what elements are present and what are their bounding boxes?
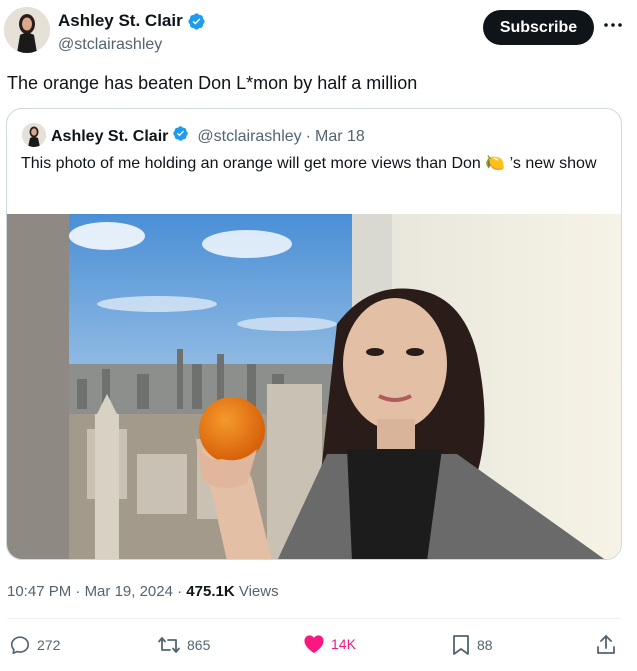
lemon-emoji: 🍋: [485, 155, 506, 172]
views-label: Views: [238, 583, 279, 600]
author-avatar[interactable]: [4, 7, 50, 53]
meta-separator: ·: [75, 583, 81, 600]
repost-icon: [157, 634, 181, 656]
more-horizontal-icon[interactable]: [602, 14, 624, 36]
quoted-photo[interactable]: [7, 214, 621, 559]
verified-badge-icon: [187, 12, 206, 31]
like-button[interactable]: 14K: [303, 634, 356, 654]
divider: [7, 618, 621, 619]
quoted-author-name: Ashley St. Clair: [51, 127, 169, 145]
bookmark-count: 88: [477, 637, 493, 653]
quoted-text-after: ’s new show: [509, 155, 597, 172]
repost-button[interactable]: 865: [157, 634, 210, 656]
share-icon: [596, 634, 616, 656]
meta-separator: ·: [177, 583, 183, 600]
meta-separator: ·: [305, 127, 311, 145]
reply-count: 272: [37, 637, 61, 653]
quoted-text-before: This photo of me holding an orange will …: [21, 155, 481, 172]
verified-badge-icon: [172, 125, 189, 148]
reply-button[interactable]: 272: [9, 634, 60, 656]
tweet-meta: 10:47 PM · Mar 19, 2024 · 475.1K Views: [7, 582, 279, 602]
heart-filled-icon: [303, 634, 325, 654]
tweet-text: The orange has beaten Don L*mon by half …: [7, 73, 418, 93]
quoted-tweet-card[interactable]: Ashley St. Clair @stclairashley · Mar 18…: [6, 108, 622, 560]
like-count: 14K: [331, 636, 356, 652]
photo-illustration: [7, 214, 621, 559]
reply-icon: [9, 634, 31, 656]
author-name-text[interactable]: Ashley St. Clair: [58, 11, 183, 31]
quoted-author-handle: @stclairashley: [197, 127, 302, 145]
tweet-date[interactable]: Mar 19, 2024: [85, 583, 173, 600]
quoted-author-avatar[interactable]: [22, 123, 46, 147]
bookmark-button[interactable]: 88: [451, 634, 493, 656]
quoted-header: Ashley St. Clair @stclairashley · Mar 18: [51, 125, 365, 148]
bookmark-icon: [451, 634, 471, 656]
tweet-time[interactable]: 10:47 PM: [7, 583, 71, 600]
repost-count: 865: [187, 637, 211, 653]
quoted-text: This photo of me holding an orange will …: [21, 153, 601, 175]
author-handle[interactable]: @stclairashley: [58, 35, 162, 55]
quoted-date: Mar 18: [314, 127, 365, 145]
share-button[interactable]: [596, 634, 616, 656]
author-name[interactable]: Ashley St. Clair: [58, 11, 206, 31]
views-count: 475.1K: [186, 583, 235, 600]
subscribe-button[interactable]: Subscribe: [483, 10, 594, 45]
